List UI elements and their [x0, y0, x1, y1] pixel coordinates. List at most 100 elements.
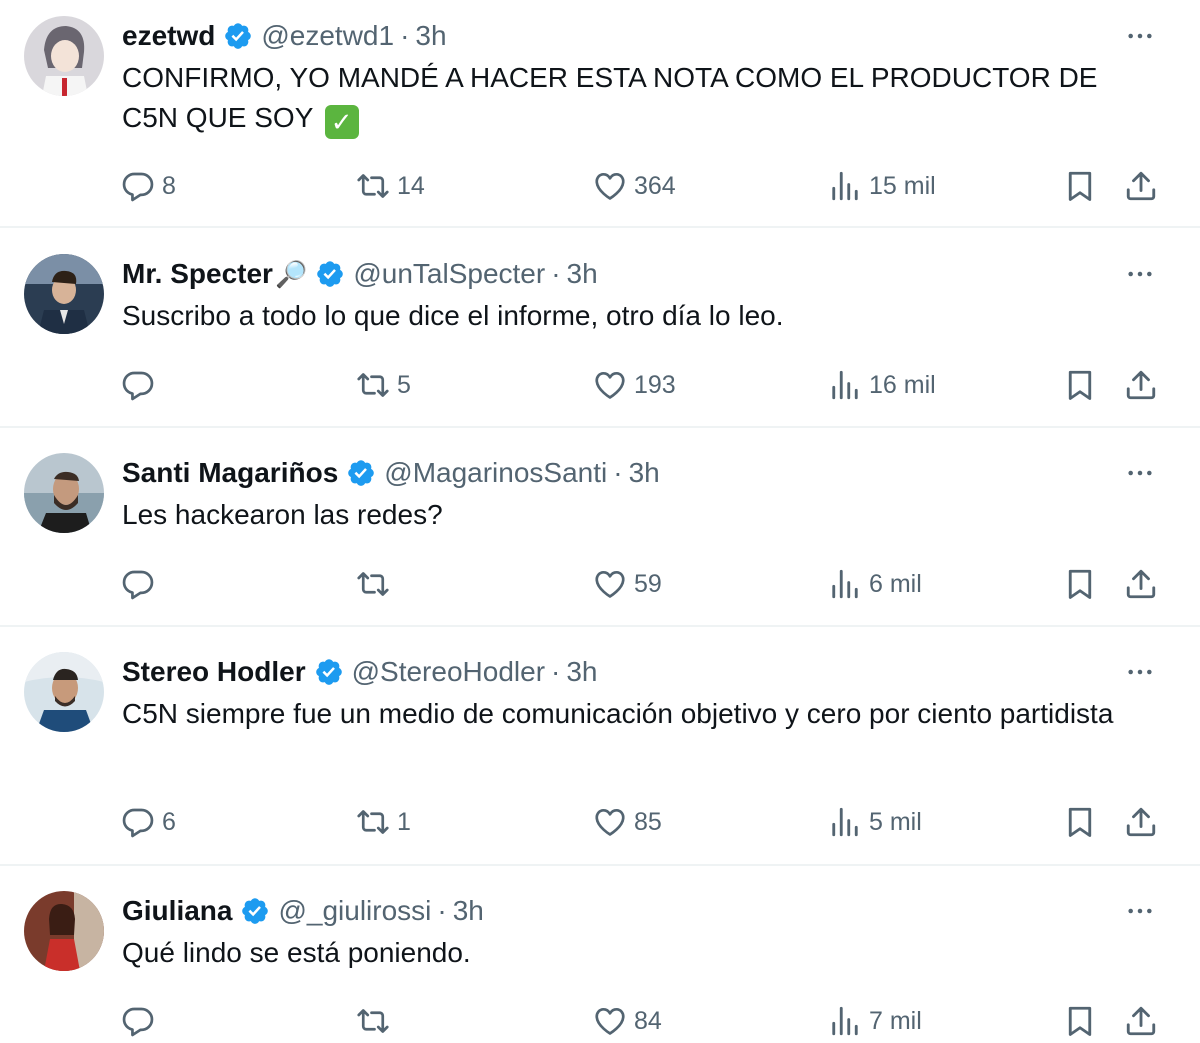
- separator-dot: ·: [437, 895, 447, 926]
- share-icon: [1126, 807, 1156, 837]
- share-button[interactable]: [1123, 562, 1159, 606]
- more-icon: [1128, 908, 1152, 914]
- tweet[interactable]: Mr. Specter 🔎 @unTalSpecter · 3h Suscrib…: [0, 238, 1200, 428]
- bookmark-button[interactable]: [1062, 800, 1098, 844]
- reply-count: 8: [162, 171, 176, 200]
- retweet-icon: [357, 572, 389, 596]
- tweet[interactable]: Santi Magariños @MagarinosSanti · 3h Les…: [0, 437, 1200, 627]
- timestamp[interactable]: 3h: [567, 258, 598, 290]
- user-handle[interactable]: @StereoHodler: [352, 656, 545, 688]
- reply-button[interactable]: [120, 363, 162, 407]
- retweet-button[interactable]: [355, 999, 397, 1043]
- share-icon: [1126, 171, 1156, 201]
- avatar[interactable]: [24, 254, 104, 334]
- share-icon: [1126, 1006, 1156, 1036]
- separator-dot: ·: [400, 20, 410, 51]
- views-button[interactable]: 16 mil: [827, 363, 936, 407]
- bookmark-button[interactable]: [1062, 999, 1098, 1043]
- verified-badge-icon: [223, 21, 253, 51]
- tweet[interactable]: ezetwd @ezetwd1 · 3h CONFIRMO, YO MANDÉ …: [0, 0, 1200, 228]
- user-handle[interactable]: @MagarinosSanti: [384, 457, 607, 489]
- share-icon: [1126, 569, 1156, 599]
- magnifier-emoji: 🔎: [274, 258, 308, 289]
- more-options-button[interactable]: [1120, 457, 1160, 489]
- share-button[interactable]: [1123, 800, 1159, 844]
- more-options-button[interactable]: [1120, 895, 1160, 927]
- more-options-button[interactable]: [1120, 656, 1160, 688]
- bookmark-icon: [1068, 370, 1092, 400]
- tweet[interactable]: Stereo Hodler @StereoHodler · 3h C5N sie…: [0, 636, 1200, 866]
- verified-badge-icon: [315, 259, 345, 289]
- views-button[interactable]: 5 mil: [827, 800, 922, 844]
- more-options-button[interactable]: [1120, 258, 1160, 290]
- bookmark-icon: [1068, 569, 1092, 599]
- view-count: 6 mil: [869, 569, 922, 598]
- more-icon: [1128, 33, 1152, 39]
- share-button[interactable]: [1123, 164, 1159, 208]
- reply-icon: [122, 1007, 154, 1037]
- reply-feed: ezetwd @ezetwd1 · 3h CONFIRMO, YO MANDÉ …: [0, 0, 1200, 1043]
- like-button[interactable]: 59: [592, 562, 662, 606]
- heart-icon: [595, 570, 625, 598]
- tweet-text: Suscribo a todo lo que dice el informe, …: [122, 300, 784, 331]
- retweet-button[interactable]: 1: [355, 800, 411, 844]
- display-name[interactable]: Mr. Specter: [122, 258, 273, 290]
- verified-badge-icon: [314, 657, 344, 687]
- retweet-button[interactable]: [355, 562, 397, 606]
- tweet-header: ezetwd @ezetwd1 · 3h: [122, 18, 447, 54]
- reply-button[interactable]: 8: [120, 164, 176, 208]
- tweet[interactable]: Giuliana @_giulirossi · 3h Qué lindo se …: [0, 875, 1200, 1043]
- share-icon: [1126, 370, 1156, 400]
- reply-button[interactable]: [120, 562, 162, 606]
- like-button[interactable]: 85: [592, 800, 662, 844]
- bookmark-button[interactable]: [1062, 164, 1098, 208]
- avatar[interactable]: [24, 652, 104, 732]
- bookmark-button[interactable]: [1062, 562, 1098, 606]
- separator-dot: ·: [551, 656, 561, 687]
- bookmark-icon: [1068, 1006, 1092, 1036]
- action-bar: 5 193 16 mil: [0, 363, 1200, 407]
- avatar[interactable]: [24, 453, 104, 533]
- reply-button[interactable]: [120, 999, 162, 1043]
- reply-button[interactable]: 6: [120, 800, 176, 844]
- like-button[interactable]: 364: [592, 164, 676, 208]
- reply-icon: [122, 172, 154, 202]
- bookmark-button[interactable]: [1062, 363, 1098, 407]
- user-handle[interactable]: @unTalSpecter: [353, 258, 545, 290]
- like-button[interactable]: 84: [592, 999, 662, 1043]
- avatar[interactable]: [24, 891, 104, 971]
- separator-dot: ·: [551, 258, 561, 289]
- views-button[interactable]: 7 mil: [827, 999, 922, 1043]
- views-button[interactable]: 15 mil: [827, 164, 936, 208]
- display-name[interactable]: Giuliana: [122, 895, 232, 927]
- check-mark-emoji: ✓: [324, 105, 359, 139]
- share-button[interactable]: [1123, 999, 1159, 1043]
- like-count: 84: [634, 1006, 662, 1035]
- avatar[interactable]: [24, 16, 104, 96]
- timestamp[interactable]: 3h: [629, 457, 660, 489]
- timestamp[interactable]: 3h: [453, 895, 484, 927]
- share-button[interactable]: [1123, 363, 1159, 407]
- user-handle[interactable]: @ezetwd1: [261, 20, 394, 52]
- display-name[interactable]: Stereo Hodler: [122, 656, 306, 688]
- view-count: 16 mil: [869, 370, 936, 399]
- analytics-icon: [832, 569, 858, 599]
- like-button[interactable]: 193: [592, 363, 676, 407]
- like-count: 85: [634, 807, 662, 836]
- views-button[interactable]: 6 mil: [827, 562, 922, 606]
- reply-icon: [122, 371, 154, 401]
- analytics-icon: [832, 807, 858, 837]
- retweet-button[interactable]: 14: [355, 164, 425, 208]
- timestamp[interactable]: 3h: [415, 20, 446, 52]
- display-name[interactable]: ezetwd: [122, 20, 215, 52]
- retweet-icon: [357, 373, 389, 397]
- retweet-button[interactable]: 5: [355, 363, 411, 407]
- bookmark-icon: [1068, 807, 1092, 837]
- more-options-button[interactable]: [1120, 20, 1160, 52]
- tweet-header: Giuliana @_giulirossi · 3h: [122, 893, 484, 929]
- display-name[interactable]: Santi Magariños: [122, 457, 338, 489]
- tweet-text: Les hackearon las redes?: [122, 499, 443, 530]
- timestamp[interactable]: 3h: [566, 656, 597, 688]
- user-handle[interactable]: @_giulirossi: [278, 895, 431, 927]
- retweet-count: 5: [397, 370, 411, 399]
